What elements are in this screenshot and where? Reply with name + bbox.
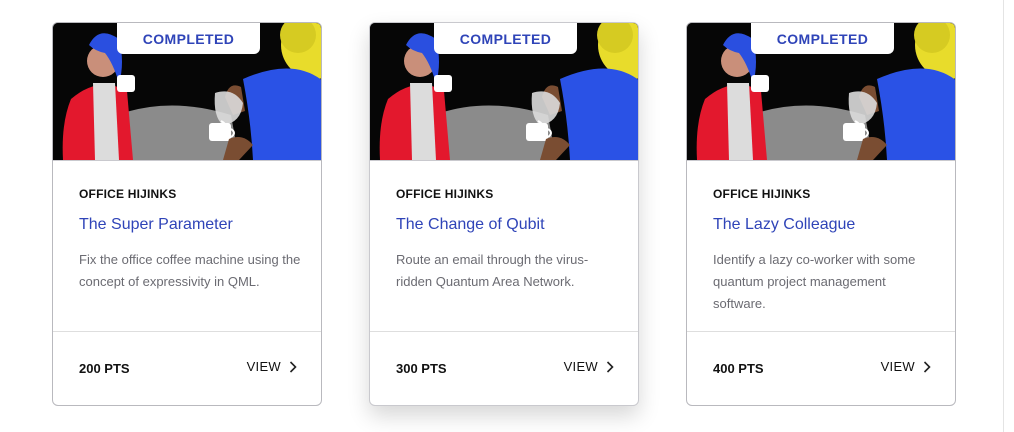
view-label: VIEW [246,359,281,374]
view-label: VIEW [563,359,598,374]
card-points: 300 PTS [396,361,447,376]
card-description: Identify a lazy co-worker with some quan… [713,252,916,311]
status-badge: COMPLETED [751,23,894,54]
view-button[interactable]: VIEW [564,359,614,374]
card-description: Route an email through the virus-ridden … [396,252,589,289]
chevron-right-icon [289,360,297,373]
card-points: 200 PTS [79,361,130,376]
card-title[interactable]: The Super Parameter [79,216,233,234]
card-title[interactable]: The Lazy Colleague [713,216,855,234]
view-button[interactable]: VIEW [247,359,297,374]
card-divider [370,331,638,332]
card-category: OFFICE HIJINKS [396,187,494,201]
challenge-card[interactable]: COMPLETED OFFICE HIJINKS The Lazy Collea… [686,22,956,406]
challenge-card[interactable]: COMPLETED OFFICE HIJINKS The Change of Q… [369,22,639,406]
card-title[interactable]: The Change of Qubit [396,216,545,234]
card-divider [687,331,955,332]
challenge-card[interactable]: COMPLETED OFFICE HIJINKS The Super Param… [52,22,322,406]
card-category: OFFICE HIJINKS [713,187,811,201]
card-points: 400 PTS [713,361,764,376]
page-edge-divider [1003,0,1004,432]
chevron-right-icon [923,360,931,373]
card-category: OFFICE HIJINKS [79,187,177,201]
card-divider [53,331,321,332]
chevron-right-icon [606,360,614,373]
status-badge: COMPLETED [117,23,260,54]
status-badge: COMPLETED [434,23,577,54]
view-label: VIEW [880,359,915,374]
view-button[interactable]: VIEW [881,359,931,374]
card-description: Fix the office coffee machine using the … [79,252,301,289]
